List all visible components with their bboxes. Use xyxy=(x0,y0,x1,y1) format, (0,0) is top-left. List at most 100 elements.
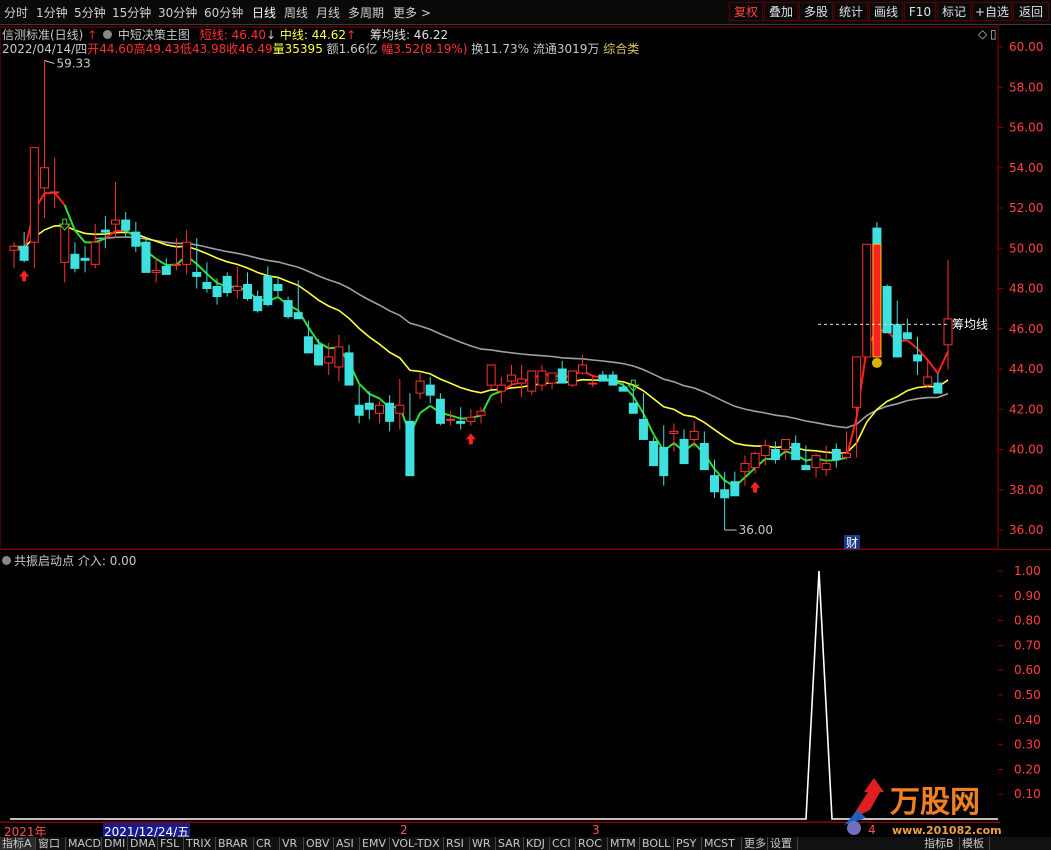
candle-body xyxy=(19,245,29,261)
short-line-segment xyxy=(450,414,461,420)
candle-body xyxy=(649,440,659,467)
candle-body xyxy=(476,410,486,416)
min-price-label: 36.00 xyxy=(739,523,773,537)
sub-tick-label: 0.40 xyxy=(1014,713,1041,727)
price-tick-label: 52.00 xyxy=(1009,201,1043,215)
candle-body xyxy=(344,352,354,386)
max-price-label: 59.33 xyxy=(56,56,90,70)
candle-body xyxy=(699,442,709,471)
candle-body xyxy=(415,380,425,394)
candle-body xyxy=(9,245,19,251)
indicator-tab[interactable]: BOLL xyxy=(640,837,674,850)
candle-body xyxy=(679,438,689,465)
candle-body xyxy=(151,269,161,273)
candlestick-chart[interactable]: 60.00 58.00 56.00 54.00 52.00 50.00 48.00 46.00… xyxy=(0,0,1051,550)
candle-body xyxy=(588,382,598,385)
indicator-b-tab[interactable]: 指标B xyxy=(922,837,960,850)
candle-body xyxy=(324,356,334,364)
candle-body xyxy=(202,281,212,289)
indicator-tab[interactable]: FSL xyxy=(158,837,184,850)
candle-body xyxy=(293,312,303,320)
sub-tick-label: 0.50 xyxy=(1014,688,1041,702)
indicator-tab[interactable]: BRAR xyxy=(216,837,254,850)
short-line-segment xyxy=(490,390,502,397)
indicator-tab[interactable]: RSI xyxy=(444,837,470,850)
buy-arrow-icon xyxy=(19,270,30,282)
price-tick-label: 48.00 xyxy=(1009,282,1043,296)
sub-tick-label: 0.60 xyxy=(1014,663,1041,677)
diamond-icon: ◇ xyxy=(978,27,988,41)
candle-body xyxy=(750,453,760,469)
finance-marker: 财 xyxy=(846,536,858,550)
time-tick: 3 xyxy=(592,823,600,837)
price-tick-label: 60.00 xyxy=(1009,40,1043,54)
candle-body xyxy=(446,418,456,421)
price-tick-label: 54.00 xyxy=(1009,161,1043,175)
indicator-tab[interactable]: MCST xyxy=(702,837,742,850)
indicator-tab[interactable]: ASI xyxy=(334,837,360,850)
sub-tick-label: 0.70 xyxy=(1014,638,1041,652)
price-tick-label: 42.00 xyxy=(1009,402,1043,416)
indicator-tab[interactable]: WR xyxy=(470,837,496,850)
indicator-tab[interactable]: VOL-TDX xyxy=(390,837,444,850)
indicator-tab[interactable]: ROC xyxy=(576,837,608,850)
candle-body xyxy=(689,430,699,440)
indicator-tab[interactable]: KDJ xyxy=(524,837,550,850)
price-tick-label: 44.00 xyxy=(1009,362,1043,376)
candle-body xyxy=(892,324,902,358)
sub-tick-label: 0.80 xyxy=(1014,614,1041,628)
indicator-tab[interactable]: PSY xyxy=(674,837,702,850)
indicator-tab[interactable]: 指标A xyxy=(0,837,36,850)
candle-body xyxy=(303,336,313,354)
candle-body xyxy=(334,346,344,368)
candle-body xyxy=(263,275,273,306)
indicator-tab[interactable]: MTM xyxy=(608,837,640,850)
candle-body xyxy=(171,263,181,266)
candle-body xyxy=(131,231,141,247)
indicator-tab[interactable]: SAR xyxy=(496,837,524,850)
short-line-segment xyxy=(926,359,939,374)
candle-body xyxy=(862,243,872,358)
candle-body xyxy=(811,455,821,469)
short-line-segment xyxy=(906,339,919,350)
candle-body xyxy=(791,442,801,461)
sub-tick-label: 1.00 xyxy=(1014,564,1041,578)
candle-body xyxy=(192,271,202,277)
chip-line-annotation: 筹均线 xyxy=(952,317,988,331)
price-tick-label: 38.00 xyxy=(1009,483,1043,497)
candle-body xyxy=(50,191,60,194)
candle-body xyxy=(80,257,90,261)
indicator-tab[interactable]: TRIX xyxy=(184,837,216,850)
brand-watermark: 万股网 www.201082.com xyxy=(844,778,1002,837)
candle-body xyxy=(374,404,384,414)
indicator-tab[interactable]: OBV xyxy=(304,837,334,850)
indicator-tab[interactable]: CCI xyxy=(550,837,576,850)
buy-arrow-icon xyxy=(465,433,476,445)
indicator-tab[interactable]: CR xyxy=(254,837,280,850)
candle-body xyxy=(740,463,750,473)
money-bag-icon xyxy=(871,357,882,368)
candle-body xyxy=(456,420,466,424)
candle-body xyxy=(598,374,608,382)
indicator-tab[interactable]: DMA xyxy=(128,837,158,850)
candle-body xyxy=(628,402,638,414)
price-tick-label: 46.00 xyxy=(1009,322,1043,336)
indicator-tab[interactable]: 窗口 xyxy=(36,837,66,850)
indicator-tab[interactable]: 设置 xyxy=(768,837,798,850)
candle-body xyxy=(29,147,39,243)
candle-body xyxy=(841,453,851,459)
price-tick-label: 56.00 xyxy=(1009,121,1043,135)
candle-body xyxy=(141,241,151,273)
indicator-tab[interactable]: DMI xyxy=(102,837,128,850)
indicator-tab[interactable]: EMV xyxy=(360,837,390,850)
candle-body xyxy=(100,229,110,233)
indicator-tab[interactable]: VR xyxy=(280,837,304,850)
scroll-icon: ▯ xyxy=(990,27,997,41)
template-tab[interactable]: 模板 xyxy=(960,837,990,850)
candle-body xyxy=(161,265,171,275)
indicator-tab[interactable]: 更多 xyxy=(742,837,768,850)
indicator-tab[interactable]: MACD xyxy=(66,837,102,850)
candle-body xyxy=(435,398,445,424)
candle-body xyxy=(70,253,80,269)
candle-body xyxy=(720,489,730,499)
